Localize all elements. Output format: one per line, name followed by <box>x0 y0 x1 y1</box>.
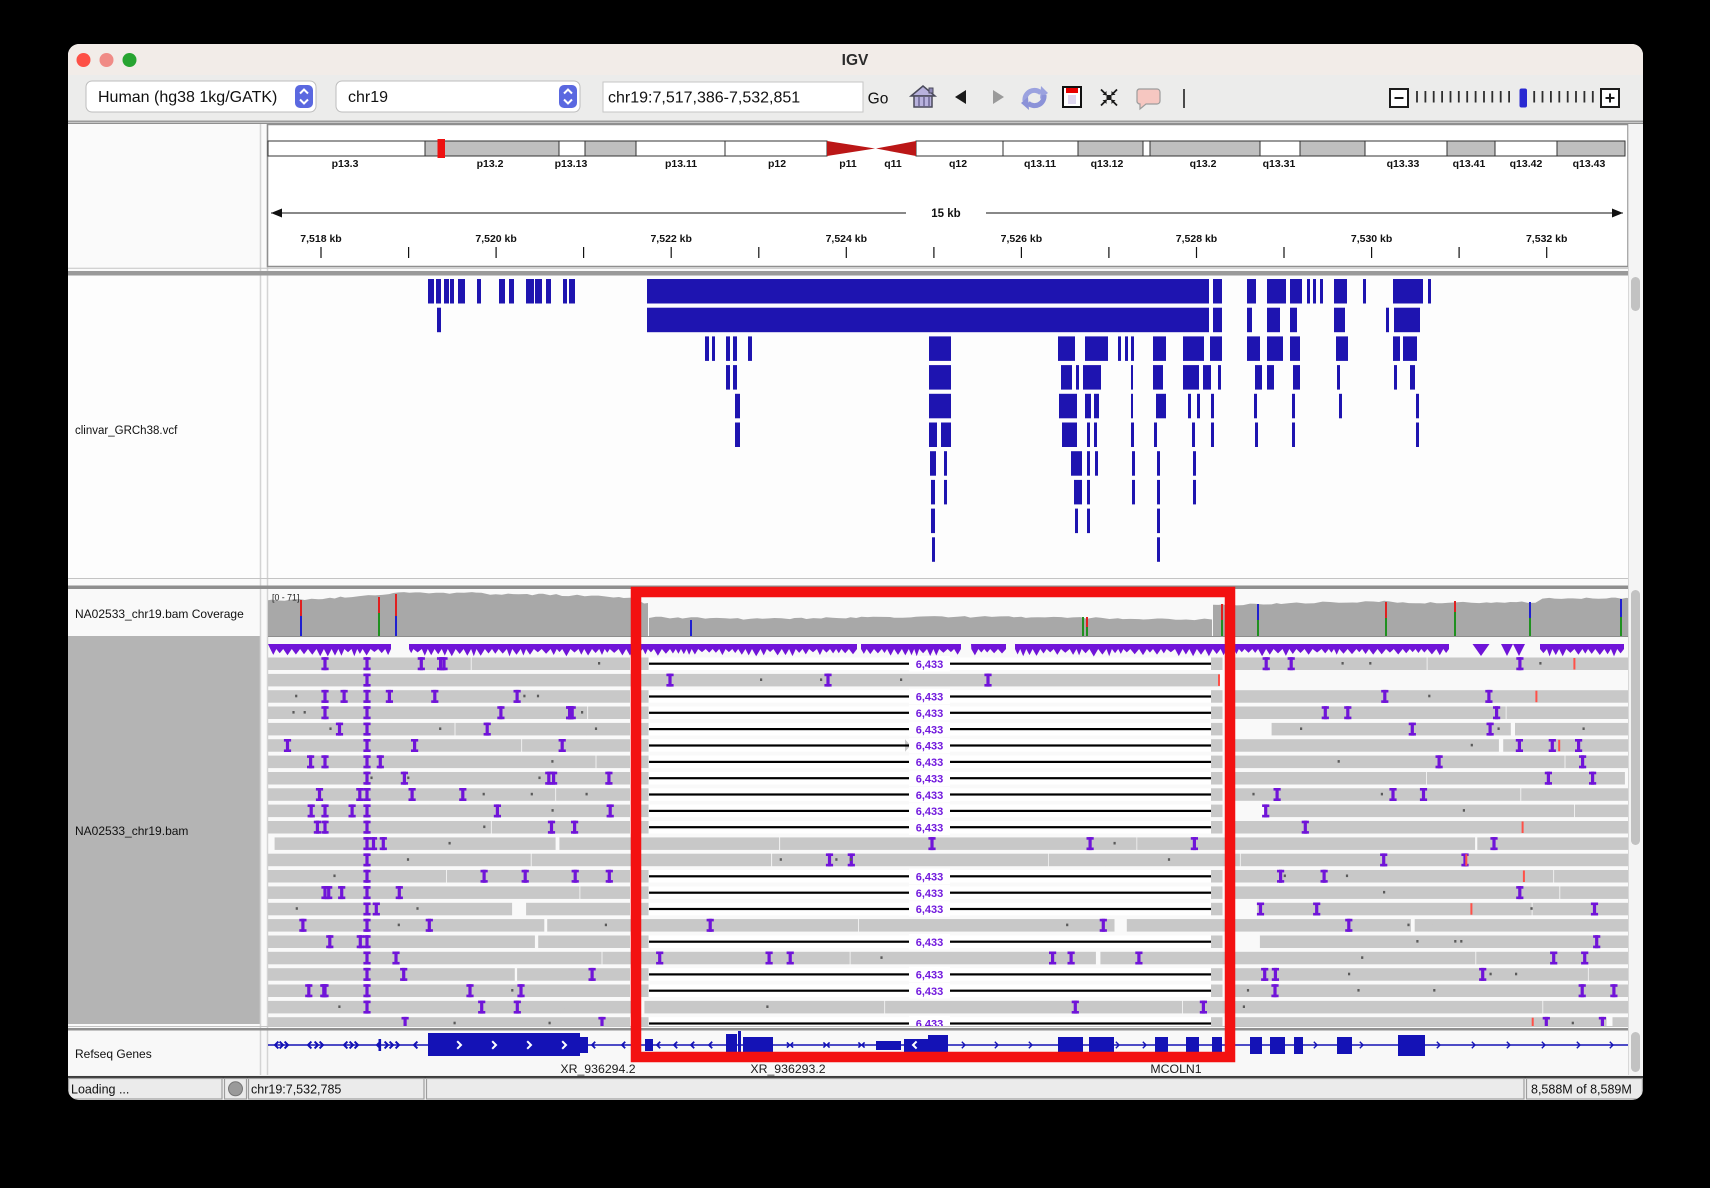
svg-text:6,433: 6,433 <box>916 806 944 818</box>
svg-text:6,433: 6,433 <box>916 757 944 769</box>
svg-text:q13.42: q13.42 <box>1510 158 1543 170</box>
svg-text:15 kb: 15 kb <box>931 208 960 220</box>
svg-text:6,433: 6,433 <box>916 708 944 720</box>
svg-text:[0 - 71]: [0 - 71] <box>272 593 299 603</box>
svg-text:7,524 kb: 7,524 kb <box>826 233 867 245</box>
svg-text:NA02533_chr19.bam: NA02533_chr19.bam <box>75 824 188 838</box>
svg-text:chr19:7,517,386-7,532,851: chr19:7,517,386-7,532,851 <box>608 90 800 107</box>
svg-text:6,433: 6,433 <box>916 823 944 835</box>
svg-text:q13.12: q13.12 <box>1091 158 1124 170</box>
svg-text:q13.2: q13.2 <box>1190 158 1217 170</box>
svg-text:7,526 kb: 7,526 kb <box>1001 233 1042 245</box>
svg-text:q13.11: q13.11 <box>1024 158 1056 170</box>
svg-text:q13.33: q13.33 <box>1387 158 1420 170</box>
svg-text:8,588M of 8,589M: 8,588M of 8,589M <box>1531 1083 1632 1097</box>
svg-text:6,433: 6,433 <box>916 904 944 916</box>
svg-text:q12: q12 <box>949 158 967 170</box>
svg-text:q13.41: q13.41 <box>1453 158 1486 170</box>
svg-text:IGV: IGV <box>842 52 869 69</box>
svg-text:p11: p11 <box>839 158 857 170</box>
svg-text:6,433: 6,433 <box>916 773 944 785</box>
svg-text:NA02533_chr19.bam Coverage: NA02533_chr19.bam Coverage <box>75 607 244 621</box>
svg-text:q13.43: q13.43 <box>1573 158 1606 170</box>
svg-text:XR_936293.2: XR_936293.2 <box>750 1062 825 1076</box>
svg-text:7,532 kb: 7,532 kb <box>1526 233 1567 245</box>
svg-text:6,433: 6,433 <box>916 790 944 802</box>
svg-text:Loading ...: Loading ... <box>71 1083 129 1097</box>
svg-text:7,520 kb: 7,520 kb <box>475 233 516 245</box>
svg-text:Refseq Genes: Refseq Genes <box>75 1047 152 1061</box>
svg-text:7,518 kb: 7,518 kb <box>300 233 341 245</box>
svg-text:6,433: 6,433 <box>916 872 944 884</box>
svg-text:7,530 kb: 7,530 kb <box>1351 233 1392 245</box>
svg-text:p13.11: p13.11 <box>665 158 697 170</box>
svg-text:6,433: 6,433 <box>916 692 944 704</box>
svg-text:p13.13: p13.13 <box>555 158 588 170</box>
svg-text:6,433: 6,433 <box>916 986 944 998</box>
svg-text:6,433: 6,433 <box>916 724 944 736</box>
svg-text:6,433: 6,433 <box>916 937 944 949</box>
svg-text:p12: p12 <box>768 158 786 170</box>
svg-text:XR_936294.2: XR_936294.2 <box>560 1062 635 1076</box>
svg-text:q11: q11 <box>884 158 902 170</box>
svg-text:6,433: 6,433 <box>916 659 944 671</box>
svg-text:6,433: 6,433 <box>916 741 944 753</box>
svg-text:MCOLN1: MCOLN1 <box>1150 1062 1201 1076</box>
svg-text:clinvar_GRCh38.vcf: clinvar_GRCh38.vcf <box>75 425 178 437</box>
svg-text:Go: Go <box>868 91 889 108</box>
svg-text:chr19:7,532,785: chr19:7,532,785 <box>251 1083 341 1097</box>
svg-text:p13.2: p13.2 <box>477 158 504 170</box>
svg-text:6,433: 6,433 <box>916 888 944 900</box>
svg-text:Human (hg38 1kg/GATK): Human (hg38 1kg/GATK) <box>98 89 277 106</box>
svg-text:6,433: 6,433 <box>916 970 944 982</box>
svg-text:7,528 kb: 7,528 kb <box>1176 233 1217 245</box>
svg-text:q13.31: q13.31 <box>1263 158 1296 170</box>
svg-text:chr19: chr19 <box>348 89 388 106</box>
svg-text:p13.3: p13.3 <box>332 158 359 170</box>
svg-text:7,522 kb: 7,522 kb <box>650 233 691 245</box>
